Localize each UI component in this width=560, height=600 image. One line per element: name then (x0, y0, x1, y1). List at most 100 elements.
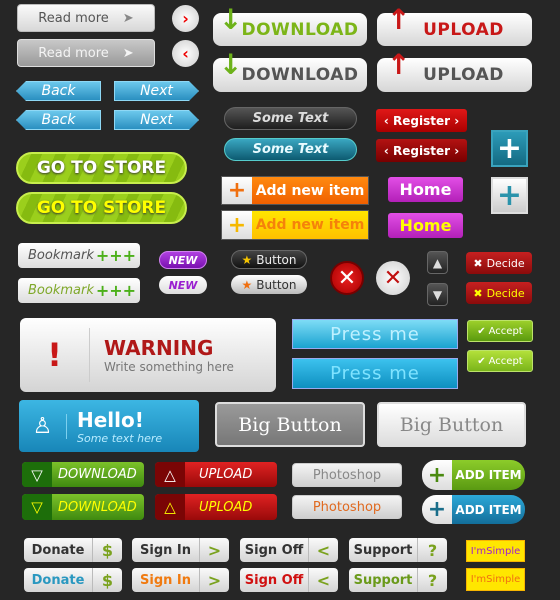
label: Donate (31, 542, 85, 558)
next-circle-button[interactable]: › (172, 5, 199, 32)
hello-button[interactable]: ♙ Hello! Some text here (19, 400, 199, 452)
bookmark-button[interactable]: Bookmark +++ (18, 243, 140, 268)
next-button-alt[interactable]: Next (114, 110, 199, 130)
photoshop-button[interactable]: Photoshop (292, 463, 402, 487)
x-icon: ✖ (473, 256, 483, 270)
big-button-alt[interactable]: Big Button (377, 402, 526, 447)
label: UPLOAD (423, 65, 504, 85)
chevron-up-icon: ▲ (432, 255, 443, 270)
download-small-button[interactable]: ▽ DOWNLOAD (22, 462, 144, 487)
label: DOWNLOAD (241, 19, 359, 40)
sign-in-button[interactable]: Sign In > (132, 538, 229, 562)
donate-button-alt[interactable]: Donate $ (24, 568, 122, 592)
decide-button-alt[interactable]: ✖ Decide (466, 282, 532, 304)
triangle-down-icon: ▽ (22, 494, 52, 520)
download-button-alt[interactable]: ↓ DOWNLOAD (213, 48, 367, 92)
label: GO TO STORE (36, 158, 167, 178)
label: Some Text (252, 142, 329, 157)
upload-small-button-alt[interactable]: △ UPLOAD (155, 494, 277, 520)
label: Decide (486, 256, 525, 270)
label: Accept (488, 325, 523, 337)
star-button-alt[interactable]: ★ Button (231, 275, 307, 294)
star-button[interactable]: ★ Button (231, 250, 307, 269)
label: ADD ITEM (452, 460, 525, 490)
label: I'mSimple (470, 574, 521, 585)
press-me-button-alt[interactable]: Press me (292, 358, 458, 389)
chevron-right-icon: > (199, 538, 229, 562)
label: Register (392, 143, 451, 158)
donate-button[interactable]: Donate $ (24, 538, 122, 562)
upload-small-button[interactable]: △ UPLOAD (155, 462, 277, 487)
new-badge[interactable]: NEW (159, 251, 207, 269)
triangle-down-icon: ▽ (22, 462, 52, 487)
im-simple-button-alt[interactable]: I'mSimple (466, 568, 525, 591)
user-icon: ♙ (19, 413, 67, 439)
back-button-alt[interactable]: Back (16, 110, 101, 130)
support-button-alt[interactable]: Support? (349, 568, 447, 592)
sign-in-button-alt[interactable]: Sign In > (132, 568, 229, 592)
some-text-button[interactable]: Some Text (224, 107, 357, 130)
next-button[interactable]: Next (114, 81, 199, 101)
download-small-button-alt[interactable]: ▽ DOWNLOAD (22, 494, 144, 520)
add-item-button-alt[interactable]: + ADD ITEM (422, 495, 525, 524)
chevron-right-icon: › (450, 143, 460, 158)
download-button[interactable]: ↓ DOWNLOAD (213, 3, 367, 46)
label: Sign Off (244, 572, 304, 588)
chevron-left-icon: ‹ (383, 143, 393, 158)
plus-square-button-alt[interactable]: + (491, 177, 528, 214)
home-button[interactable]: Home (388, 177, 463, 202)
photoshop-button-alt[interactable]: Photoshop (292, 495, 402, 519)
add-new-item-button-alt[interactable]: + Add new item (221, 210, 369, 240)
prev-circle-button[interactable]: ‹ (172, 40, 199, 67)
check-icon: ✔ (477, 325, 486, 337)
upload-button[interactable]: ↑ UPLOAD (377, 3, 532, 46)
star-icon: ★ (241, 277, 253, 292)
curved-arrow-down-icon: ↓ (219, 3, 243, 36)
triangle-up-icon: △ (155, 494, 185, 520)
chevron-left-icon: ‹ (383, 113, 393, 128)
sign-off-button[interactable]: Sign Off < (240, 538, 338, 562)
star-icon: ★ (241, 252, 253, 267)
upload-button-alt[interactable]: ↑ UPLOAD (377, 48, 532, 92)
im-simple-button[interactable]: I'mSimple (466, 540, 525, 562)
new-badge-alt[interactable]: NEW (159, 276, 207, 294)
bookmark-button-alt[interactable]: Bookmark +++ (18, 278, 140, 303)
plus-icon: + (496, 131, 523, 166)
close-circle-button[interactable]: ✕ (330, 261, 364, 295)
accept-button[interactable]: ✔ Accept (467, 320, 533, 342)
scroll-down-button[interactable]: ▼ (427, 283, 448, 306)
dollar-icon: $ (92, 568, 122, 592)
label: Next (140, 112, 173, 128)
hello-subtitle: Some text here (77, 431, 163, 445)
label: Back (41, 112, 76, 128)
plus-icon: + (422, 495, 452, 524)
read-more-button[interactable]: Read more ➤ (17, 4, 155, 32)
read-more-button-alt[interactable]: Read more ➤ (17, 39, 155, 67)
sign-off-button-alt[interactable]: Sign Off < (240, 568, 338, 592)
label: Sign Off (244, 542, 304, 558)
go-to-store-button[interactable]: GO TO STORE (16, 152, 187, 184)
warning-box[interactable]: ! WARNING Write something here (20, 318, 276, 392)
add-item-button[interactable]: + ADD ITEM (422, 460, 525, 490)
accept-button-alt[interactable]: ✔ Accept (467, 350, 533, 372)
triangle-up-icon: △ (155, 462, 185, 487)
go-to-store-button-alt[interactable]: GO TO STORE (16, 192, 187, 224)
register-button[interactable]: ‹ Register › (376, 109, 467, 132)
label: Big Button (238, 413, 342, 436)
arrow-right-icon: ➤ (122, 10, 134, 26)
big-button[interactable]: Big Button (215, 402, 365, 447)
close-circle-button-alt[interactable]: ✕ (376, 261, 410, 295)
label: DOWNLOAD (58, 467, 137, 482)
warning-subtitle: Write something here (104, 360, 234, 374)
home-button-alt[interactable]: Home (388, 213, 463, 238)
press-me-button[interactable]: Press me (292, 319, 458, 349)
support-button[interactable]: Support? (349, 538, 447, 562)
add-new-item-button[interactable]: + Add new item (221, 176, 369, 205)
decide-button[interactable]: ✖ Decide (466, 252, 532, 274)
label: Button (256, 277, 297, 292)
some-text-button-alt[interactable]: Some Text (224, 138, 357, 161)
back-button[interactable]: Back (16, 81, 101, 101)
scroll-up-button[interactable]: ▲ (427, 251, 448, 274)
register-button-alt[interactable]: ‹ Register › (376, 139, 467, 162)
plus-square-button[interactable]: + (491, 130, 528, 167)
